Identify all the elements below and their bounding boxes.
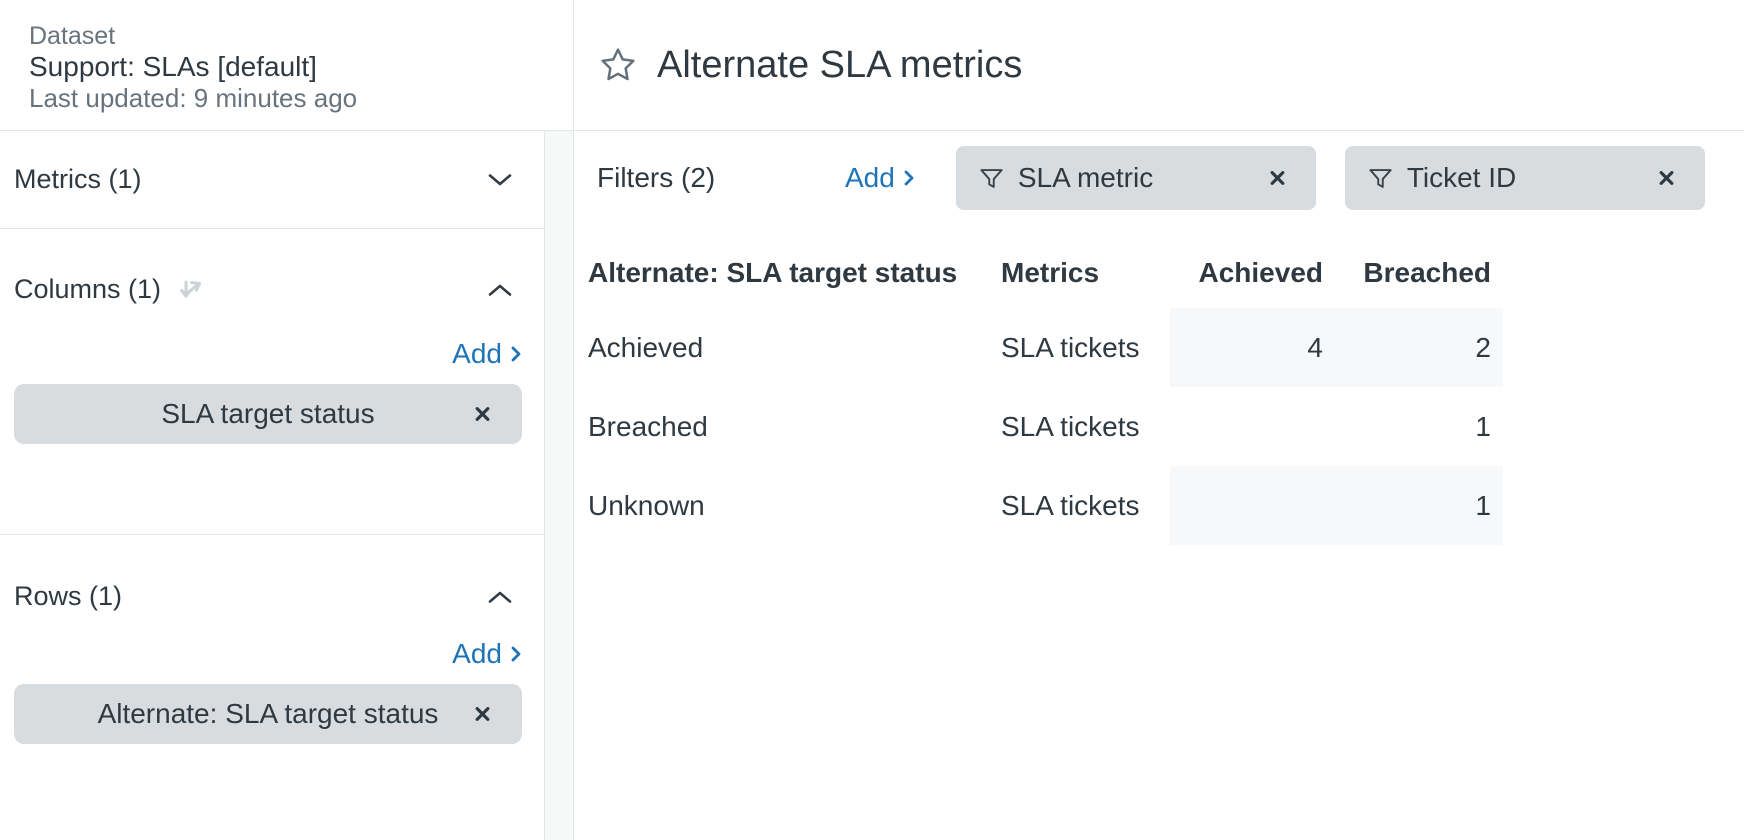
filter-funnel-icon [1367, 165, 1394, 192]
chevron-right-icon [510, 645, 522, 663]
filter-funnel-icon [978, 165, 1005, 192]
dataset-name: Support: SLAs [default] [29, 51, 573, 83]
rows-section: Rows (1) Add Alternate: SLA target statu… [0, 535, 544, 744]
results-table: Alternate: SLA target status Metrics Ach… [588, 237, 1744, 545]
cell-breached[interactable]: 1 [1337, 490, 1503, 522]
row-metric: SLA tickets [1001, 411, 1170, 443]
table-row[interactable]: Achieved SLA tickets 4 2 [588, 308, 1744, 387]
explore-report-builder: Dataset Support: SLAs [default] Last upd… [0, 0, 1744, 840]
close-icon[interactable] [1269, 170, 1286, 187]
chevron-up-icon[interactable] [487, 589, 513, 605]
metrics-section-title: Metrics (1) [14, 164, 142, 195]
rows-section-title: Rows (1) [14, 581, 122, 612]
columns-section-header[interactable]: Columns (1) [0, 269, 544, 310]
row-metric: SLA tickets [1001, 332, 1170, 364]
rows-section-header[interactable]: Rows (1) [0, 581, 544, 612]
close-icon[interactable] [474, 406, 491, 423]
columns-chip[interactable]: SLA target status [14, 384, 522, 444]
row-label: Achieved [588, 332, 1001, 364]
filters-add-label: Add [845, 162, 895, 194]
main-panel: Alternate SLA metrics Filters (2) Add SL… [573, 0, 1744, 840]
cell-achieved[interactable]: 4 [1170, 332, 1337, 364]
filters-add-button[interactable]: Add [845, 162, 915, 194]
close-icon[interactable] [1658, 170, 1675, 187]
col-header-metrics: Metrics [1001, 257, 1170, 289]
table-row[interactable]: Unknown SLA tickets 1 [588, 466, 1744, 545]
rows-chip[interactable]: Alternate: SLA target status [14, 684, 522, 744]
chevron-right-icon [510, 345, 522, 363]
cell-breached[interactable]: 2 [1337, 332, 1503, 364]
table-row[interactable]: Breached SLA tickets 1 [588, 387, 1744, 466]
chevron-right-icon [903, 169, 915, 187]
columns-add-button[interactable]: Add [452, 338, 522, 370]
star-icon[interactable] [598, 45, 638, 85]
col-header-achieved: Achieved [1170, 257, 1337, 289]
filter-chip-label: Ticket ID [1407, 162, 1516, 194]
columns-section-title: Columns (1) [14, 274, 161, 305]
close-icon[interactable] [474, 706, 491, 723]
filter-chip-sla-metric[interactable]: SLA metric [956, 146, 1316, 210]
filter-chip-ticket-id[interactable]: Ticket ID [1345, 146, 1705, 210]
filter-chip-label: SLA metric [1018, 162, 1153, 194]
chevron-up-icon[interactable] [487, 282, 513, 298]
sidebar-sections: Metrics (1) Columns (1) [0, 131, 545, 840]
report-header: Alternate SLA metrics [574, 0, 1744, 131]
cell-breached[interactable]: 1 [1337, 411, 1503, 443]
chevron-down-icon[interactable] [487, 172, 513, 188]
sidebar-body: Metrics (1) Columns (1) [0, 131, 573, 840]
table-header-row: Alternate: SLA target status Metrics Ach… [588, 237, 1744, 308]
metrics-section: Metrics (1) [0, 131, 544, 229]
filters-bar: Filters (2) Add SLA metric Ticket ID [597, 146, 1744, 210]
sidebar: Dataset Support: SLAs [default] Last upd… [0, 0, 573, 840]
row-label: Breached [588, 411, 1001, 443]
rows-chip-label: Alternate: SLA target status [98, 698, 439, 730]
dataset-header: Dataset Support: SLAs [default] Last upd… [0, 0, 573, 131]
dataset-label: Dataset [29, 22, 573, 51]
panel-gutter [545, 131, 573, 840]
filters-label: Filters (2) [597, 162, 722, 194]
rows-add-button[interactable]: Add [452, 638, 522, 670]
columns-section: Columns (1) Add [0, 229, 544, 535]
col-header-row-attribute: Alternate: SLA target status [588, 257, 1001, 289]
metrics-section-header[interactable]: Metrics (1) [0, 164, 544, 195]
report-title: Alternate SLA metrics [657, 44, 1022, 87]
row-label: Unknown [588, 490, 1001, 522]
swap-axes-icon[interactable] [175, 273, 207, 310]
columns-add-label: Add [452, 338, 502, 370]
rows-add-label: Add [452, 638, 502, 670]
columns-chip-label: SLA target status [161, 398, 374, 430]
dataset-last-updated: Last updated: 9 minutes ago [29, 83, 573, 114]
col-header-breached: Breached [1337, 257, 1503, 289]
row-metric: SLA tickets [1001, 490, 1170, 522]
